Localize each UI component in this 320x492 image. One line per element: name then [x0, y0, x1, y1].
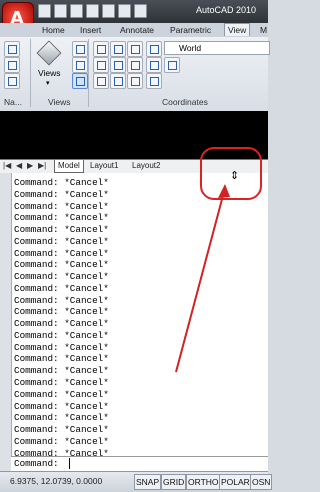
ucs-3point-icon[interactable]	[146, 73, 162, 89]
view-manager-icon[interactable]	[72, 41, 88, 57]
command-history-line: Command: *Cancel*	[14, 388, 109, 400]
ucs-combo-value: World	[179, 43, 202, 53]
views-panel-label: Views	[48, 97, 71, 107]
command-window-grip[interactable]	[0, 173, 12, 471]
tab-model[interactable]: Model	[54, 160, 84, 173]
quick-access-toolbar	[38, 4, 147, 18]
title-bar: AutoCAD 2010	[0, 0, 268, 23]
ucs-face-icon[interactable]	[127, 73, 143, 89]
ucs-combo[interactable]: World	[164, 41, 270, 55]
status-bar: 6.9375, 12.0739, 0.0000 SNAP GRID ORTHO …	[0, 471, 273, 492]
tab-parametric[interactable]: Parametric	[170, 24, 211, 36]
command-window[interactable]: Command: *Cancel* Command: *Cancel* Comman…	[0, 173, 268, 471]
command-history-line: Command: *Cancel*	[14, 318, 109, 330]
pan-icon[interactable]	[4, 41, 20, 57]
command-history-line: Command: *Cancel*	[14, 200, 109, 212]
undo-icon[interactable]	[86, 4, 99, 18]
command-prompt: Command:	[14, 458, 59, 469]
ucs-x-icon[interactable]	[110, 57, 126, 73]
command-history-line: Command: *Cancel*	[14, 353, 109, 365]
command-history-line: Command: *Cancel*	[14, 400, 109, 412]
ucs-previous-icon[interactable]	[127, 41, 143, 57]
command-history-line: Command: *Cancel*	[14, 294, 109, 306]
window-title: AutoCAD 2010	[196, 5, 257, 15]
prev-layout-icon[interactable]: ◀	[16, 161, 22, 170]
tab-annotate[interactable]: Annotate	[120, 24, 154, 36]
named-views-icon[interactable]	[72, 57, 88, 73]
command-history: Command: *Cancel* Command: *Cancel* Comman…	[14, 177, 264, 459]
command-history-line: Command: *Cancel*	[14, 435, 109, 447]
next-layout-icon[interactable]: ▶	[27, 161, 33, 170]
command-history-line: Command: *Cancel*	[14, 271, 109, 283]
ucs-origin-icon[interactable]	[93, 57, 109, 73]
open-icon[interactable]	[54, 4, 67, 18]
last-layout-icon[interactable]: ▶|	[38, 161, 46, 170]
command-history-line: Command: *Cancel*	[14, 259, 109, 271]
command-history-line: Command: *Cancel*	[14, 224, 109, 236]
tab-home[interactable]: Home	[42, 24, 65, 36]
viewcube-toggle-icon[interactable]	[72, 73, 88, 89]
command-history-line: Command: *Cancel*	[14, 247, 109, 259]
tab-insert[interactable]: Insert	[80, 24, 101, 36]
polar-button[interactable]: POLAR	[219, 474, 252, 490]
ucs-z-icon[interactable]	[146, 57, 162, 73]
coordinates-panel-label: Coordinates	[162, 97, 208, 107]
first-layout-icon[interactable]: |◀	[3, 161, 11, 170]
command-history-line: Command: *Cancel*	[14, 329, 109, 341]
ribbon-tab-bar: Home Insert Annotate Parametric View M	[0, 23, 268, 37]
ucs-world-icon[interactable]	[146, 41, 162, 57]
redo-icon[interactable]	[102, 4, 115, 18]
ucs-named-icon[interactable]	[110, 41, 126, 57]
dropdown-icon[interactable]	[134, 4, 147, 18]
ortho-button[interactable]: ORTHO	[186, 474, 221, 490]
snap-button[interactable]: SNAP	[134, 474, 162, 490]
command-history-line: Command: *Cancel*	[14, 235, 109, 247]
ucs-view-icon[interactable]	[93, 73, 109, 89]
osnap-button[interactable]: OSN	[250, 474, 273, 490]
views-cube-icon[interactable]	[36, 40, 62, 66]
command-history-line: Command: *Cancel*	[14, 341, 109, 353]
text-caret	[69, 458, 70, 469]
command-history-line: Command: *Cancel*	[14, 282, 109, 294]
ucs-y-icon[interactable]	[127, 57, 143, 73]
command-history-line: Command: *Cancel*	[14, 365, 109, 377]
command-history-line: Command: *Cancel*	[14, 424, 109, 436]
command-history-line: Command: *Cancel*	[14, 306, 109, 318]
command-history-line: Command: *Cancel*	[14, 212, 109, 224]
save-icon[interactable]	[70, 4, 83, 18]
chevron-down-icon[interactable]: ▾	[46, 79, 50, 87]
ucs-object-icon[interactable]	[110, 73, 126, 89]
orbit-icon[interactable]	[4, 57, 20, 73]
grid-button[interactable]: GRID	[161, 474, 187, 490]
tab-layout1[interactable]: Layout1	[90, 160, 118, 172]
tab-more[interactable]: M	[260, 24, 267, 36]
zoom-icon[interactable]	[4, 73, 20, 89]
print-icon[interactable]	[118, 4, 131, 18]
ucs-icon-settings[interactable]	[164, 57, 180, 73]
navigate-panel-label: Na...	[4, 97, 22, 107]
tab-view[interactable]: View	[224, 23, 251, 36]
resize-cursor-icon: ⇕	[230, 169, 240, 182]
command-history-line: Command: *Cancel*	[14, 377, 109, 389]
command-history-line: Command: *Cancel*	[14, 412, 109, 424]
tab-layout2[interactable]: Layout2	[132, 160, 160, 172]
new-icon[interactable]	[38, 4, 51, 18]
ucs-icon[interactable]	[93, 41, 109, 57]
coordinate-readout: 6.9375, 12.0739, 0.0000	[10, 476, 103, 486]
views-button[interactable]: Views	[38, 68, 61, 78]
ribbon: Na... Views ▾ Views World Coordinates	[0, 37, 270, 112]
